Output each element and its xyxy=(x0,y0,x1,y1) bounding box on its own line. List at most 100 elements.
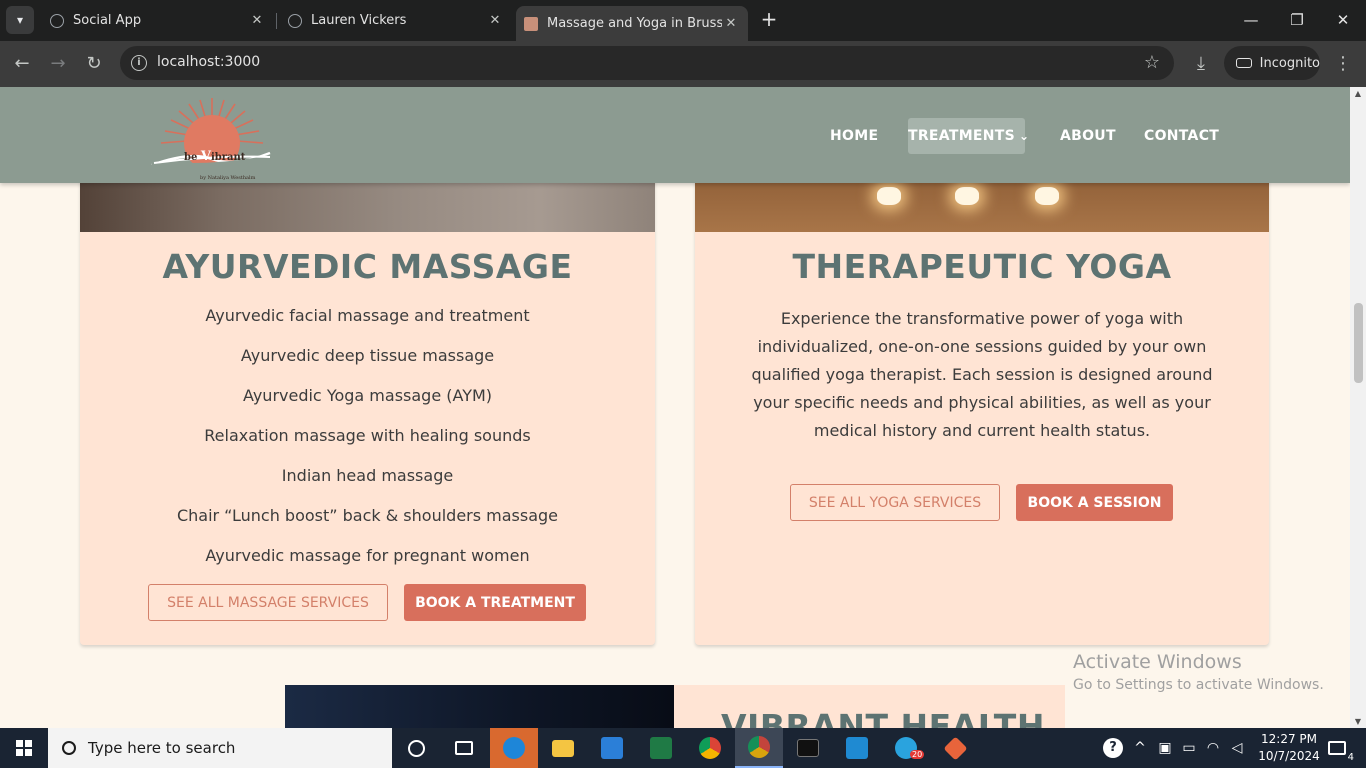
massage-service-item: Ayurvedic facial massage and treatment xyxy=(205,306,530,325)
volume-icon[interactable]: ◁ xyxy=(1226,728,1248,768)
taskbar-excel[interactable] xyxy=(637,728,685,768)
nav-about[interactable]: ABOUT xyxy=(1060,118,1116,154)
browser-menu-button[interactable]: ⋮ xyxy=(1330,51,1356,77)
system-clock[interactable]: 12:27 PM 10/7/2024 xyxy=(1254,731,1324,765)
tab-title: Lauren Vickers xyxy=(311,13,407,28)
close-icon[interactable]: ✕ xyxy=(248,13,266,28)
notification-icon: 4 xyxy=(1328,741,1354,763)
git-icon xyxy=(942,735,968,761)
back-button[interactable]: ← xyxy=(9,51,35,77)
nav-treatments-label: TREATMENTS xyxy=(908,128,1016,144)
candle xyxy=(877,187,901,205)
clock-date: 10/7/2024 xyxy=(1258,749,1320,763)
vibrant-health-title: VIBRANT HEALTH xyxy=(721,707,1045,728)
nav-contact[interactable]: CONTACT xyxy=(1144,118,1219,154)
browser-toolbar: ← → ↻ i localhost:3000 ☆ ⤓ Incognito ⋮ xyxy=(0,41,1366,87)
incognito-indicator[interactable]: Incognito xyxy=(1224,46,1320,80)
globe-icon xyxy=(50,13,64,28)
tab-massage-yoga[interactable]: Massage and Yoga in Brussels, I ✕ xyxy=(516,6,748,41)
chevron-down-icon: ⌄ xyxy=(1019,129,1030,143)
logo-be: be xyxy=(184,152,198,163)
scroll-down-arrow-icon[interactable]: ▼ xyxy=(1350,717,1366,726)
taskbar-vscode[interactable] xyxy=(833,728,881,768)
close-icon[interactable]: ✕ xyxy=(722,16,740,31)
site-info-icon[interactable]: i xyxy=(131,55,147,71)
search-placeholder: Type here to search xyxy=(88,739,236,757)
folder-icon xyxy=(552,739,574,757)
watermark-subtitle: Go to Settings to activate Windows. xyxy=(1073,677,1324,693)
logo-v: V xyxy=(200,149,211,164)
close-icon[interactable]: ✕ xyxy=(486,13,504,28)
site-logo[interactable]: be Vibrant by Nataliya Westhalm xyxy=(150,95,274,181)
nav-home[interactable]: HOME xyxy=(830,118,878,154)
sun-logo-icon xyxy=(151,98,271,179)
notification-center-button[interactable]: 4 xyxy=(1322,728,1354,768)
taskbar-search-box[interactable]: Type here to search xyxy=(48,728,392,768)
page-scrollbar[interactable]: ▲ ▼ xyxy=(1350,87,1366,728)
forward-button[interactable]: → xyxy=(45,51,71,77)
telegram-badge: 20 xyxy=(910,750,925,759)
task-view-button[interactable] xyxy=(440,728,488,768)
candle xyxy=(955,187,979,205)
cortana-icon xyxy=(407,739,425,757)
scroll-up-arrow-icon[interactable]: ▲ xyxy=(1350,89,1366,98)
start-button[interactable] xyxy=(0,728,48,768)
book-session-button[interactable]: BOOK A SESSION xyxy=(1016,484,1173,521)
windows-taskbar: Type here to search 20 ? ^ ▣ ▭ ◠ ◁ 12:27… xyxy=(0,728,1366,768)
vscode-icon xyxy=(846,737,868,759)
clock-time: 12:27 PM xyxy=(1261,732,1317,746)
cortana-button[interactable] xyxy=(392,728,440,768)
scrollbar-thumb[interactable] xyxy=(1354,303,1363,383)
taskbar-git-app[interactable] xyxy=(931,728,979,768)
yoga-description: Experience the transformative power of y… xyxy=(751,309,1213,440)
nav-treatments[interactable]: TREATMENTS ⌄ xyxy=(908,118,1029,154)
wifi-icon[interactable]: ◠ xyxy=(1202,728,1224,768)
search-icon xyxy=(62,741,76,755)
globe-icon xyxy=(288,13,302,28)
vibrant-health-image xyxy=(285,685,674,728)
taskbar-file-explorer[interactable] xyxy=(539,728,587,768)
tab-separator xyxy=(276,13,277,29)
minimize-button[interactable]: — xyxy=(1236,8,1266,32)
task-view-icon xyxy=(455,741,473,755)
taskbar-photos[interactable] xyxy=(588,728,636,768)
tab-title: Massage and Yoga in Brussels, I xyxy=(547,16,722,31)
candle xyxy=(1035,187,1059,205)
tab-title: Social App xyxy=(73,13,142,28)
book-treatment-button[interactable]: BOOK A TREATMENT xyxy=(404,584,586,621)
security-icon[interactable]: ▣ xyxy=(1154,728,1176,768)
taskbar-chrome-incognito[interactable] xyxy=(735,728,783,768)
url-text[interactable]: localhost:3000 xyxy=(157,54,260,70)
restore-button[interactable]: ❐ xyxy=(1282,8,1312,32)
see-all-massage-button[interactable]: SEE ALL MASSAGE SERVICES xyxy=(148,584,388,621)
massage-service-item: Ayurvedic massage for pregnant women xyxy=(205,546,530,565)
massage-service-item: Ayurvedic Yoga massage (AYM) xyxy=(242,386,493,405)
massage-service-item: Indian head massage xyxy=(281,466,454,485)
taskbar-telegram[interactable]: 20 xyxy=(882,728,930,768)
help-icon[interactable]: ? xyxy=(1100,728,1126,768)
battery-icon[interactable]: ▭ xyxy=(1178,728,1200,768)
taskbar-edge[interactable] xyxy=(490,728,538,768)
incognito-label: Incognito xyxy=(1259,55,1320,71)
reload-button[interactable]: ↻ xyxy=(81,51,107,77)
massage-service-item: Chair “Lunch boost” back & shoulders mas… xyxy=(176,506,559,525)
logo-subtitle: by Nataliya Westhalm xyxy=(200,175,256,181)
site-header: be Vibrant by Nataliya Westhalm HOME TRE… xyxy=(0,87,1350,183)
download-icon[interactable]: ⤓ xyxy=(1188,51,1214,77)
massage-service-item: Ayurvedic deep tissue massage xyxy=(240,346,495,365)
edge-icon xyxy=(503,737,525,759)
bookmark-star-icon[interactable]: ☆ xyxy=(1144,52,1160,73)
new-tab-button[interactable]: + xyxy=(758,8,780,32)
incognito-icon xyxy=(1236,58,1252,68)
logo-ibrant: ibrant xyxy=(210,152,246,163)
tab-social-app[interactable]: Social App ✕ xyxy=(44,6,272,35)
taskbar-chrome[interactable] xyxy=(686,728,734,768)
close-window-button[interactable]: ✕ xyxy=(1328,8,1358,32)
see-all-yoga-button[interactable]: SEE ALL YOGA SERVICES xyxy=(790,484,1000,521)
address-bar[interactable]: i localhost:3000 ☆ xyxy=(120,46,1174,80)
activate-windows-watermark: Activate Windows Go to Settings to activ… xyxy=(1073,651,1324,693)
show-hidden-icons-icon[interactable]: ^ xyxy=(1130,728,1150,768)
tab-search-button[interactable]: ▾ xyxy=(6,6,34,34)
taskbar-terminal[interactable] xyxy=(784,728,832,768)
tab-lauren-vickers[interactable]: Lauren Vickers ✕ xyxy=(282,6,510,35)
